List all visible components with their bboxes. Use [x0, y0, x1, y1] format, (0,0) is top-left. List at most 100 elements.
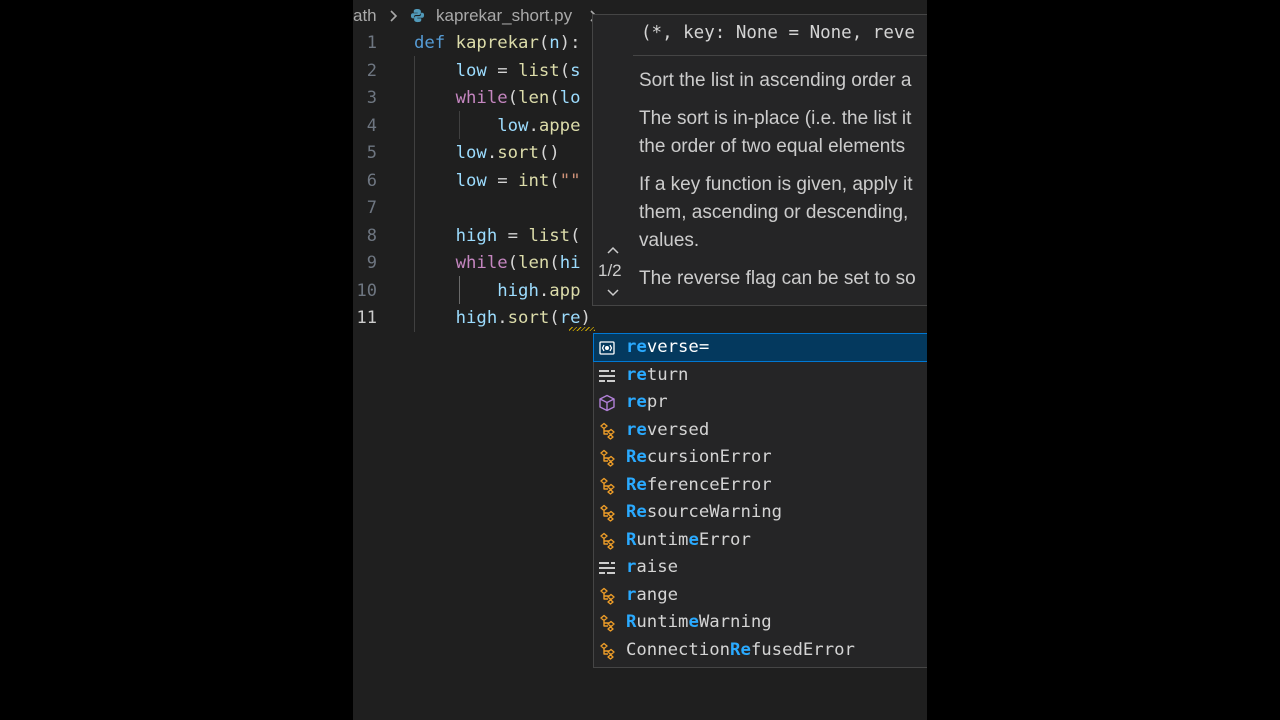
code-token: while — [455, 253, 508, 273]
keyword-icon — [598, 559, 616, 577]
indent-guide — [414, 56, 415, 332]
suggestion-label: reversed — [626, 419, 710, 440]
code-token: while — [455, 88, 508, 108]
doc-line: them, ascending or descending, — [639, 202, 909, 223]
doc-paragraph: The sort is in-place (i.e. the list it th… — [639, 105, 927, 161]
doc-line: values. — [639, 230, 700, 251]
line-number: 4 — [366, 115, 377, 136]
code-text: while(len(lo — [414, 84, 581, 112]
code-token: int — [518, 170, 550, 191]
code-token: kaprekar — [455, 33, 539, 53]
code-token: ( — [549, 170, 560, 191]
code-token: high — [455, 225, 498, 246]
suggestion-item[interactable]: ConnectionRefusedError — [594, 637, 927, 664]
code-token: high — [497, 280, 539, 301]
code-text: high = list( — [414, 222, 581, 250]
code-token: len — [518, 88, 550, 108]
suggestion-label: range — [626, 584, 679, 605]
suggestion-item[interactable]: reverse= — [593, 333, 927, 362]
class-icon — [598, 504, 616, 522]
class-icon — [598, 614, 616, 632]
suggestion-label: RecursionError — [626, 447, 772, 467]
suggestion-list[interactable]: reverse= return repr reversed RecursionError… — [593, 333, 927, 668]
class-icon — [598, 477, 616, 495]
code-token: low — [455, 60, 487, 81]
suggestion-label: reverse= — [626, 337, 710, 357]
keyword-icon — [598, 367, 616, 385]
doc-line: Sort the list in ascending order a — [639, 70, 912, 91]
code-token: ( — [507, 88, 519, 108]
suggestion-item[interactable]: ReferenceError — [594, 472, 927, 499]
code-token: ( — [559, 60, 571, 81]
suggestion-item[interactable]: range — [594, 582, 927, 609]
code-token: low — [497, 115, 529, 136]
code-token: hi — [559, 253, 581, 273]
code-token: sort — [507, 308, 550, 328]
code-token: ): — [559, 33, 581, 53]
line-number: 11 — [356, 308, 377, 328]
doc-line: The sort is in-place (i.e. the list it — [639, 108, 912, 129]
code-token: "" — [559, 170, 581, 191]
indent-guide — [459, 111, 460, 139]
code-token: lo — [559, 88, 581, 108]
suggestion-label: RuntimeWarning — [626, 612, 772, 632]
code-token: . — [538, 280, 550, 301]
suggestion-item[interactable]: RuntimeError — [594, 527, 927, 554]
code-token: () — [538, 143, 560, 163]
code-text: def kaprekar(n): — [414, 29, 580, 57]
code-token: ( — [538, 33, 550, 53]
suggestion-item[interactable]: return — [594, 362, 927, 389]
signature-nav: 1/2 — [593, 15, 633, 305]
code-token: . — [486, 143, 498, 163]
code-token: ( — [549, 88, 560, 108]
code-token: sort — [497, 143, 539, 163]
line-number: 1 — [366, 33, 377, 53]
suggestion-item[interactable]: RecursionError — [594, 444, 927, 471]
breadcrumb-file[interactable]: kaprekar_short.py — [436, 0, 572, 32]
doc-paragraph: The reverse flag can be set to so — [639, 265, 927, 293]
suggestion-label: raise — [626, 557, 679, 577]
line-number: 2 — [366, 60, 377, 81]
doc-line: If a key function is given, apply it — [639, 174, 913, 195]
class-icon — [598, 422, 616, 440]
suggestion-item[interactable]: ResourceWarning — [594, 499, 927, 526]
suggestion-label: repr — [626, 392, 668, 412]
suggestion-item[interactable]: raise — [594, 554, 927, 581]
chevron-up-icon[interactable] — [607, 245, 619, 257]
indent-guide — [459, 276, 460, 304]
suggestion-label: return — [626, 364, 689, 385]
suggestion-label: ReferenceError — [626, 474, 772, 495]
chevron-down-icon[interactable] — [607, 286, 619, 298]
divider — [633, 55, 927, 56]
method-icon — [598, 394, 616, 412]
code-text: low.appe — [414, 112, 580, 140]
suggestion-label: ResourceWarning — [626, 502, 783, 522]
suggestion-item[interactable]: reversed — [594, 417, 927, 444]
doc-line: The reverse flag can be set to so — [639, 268, 916, 289]
suggestion-item[interactable]: RuntimeWarning — [594, 609, 927, 636]
variable-icon — [598, 339, 616, 357]
code-line[interactable]: 11 high.sort(re) — [353, 304, 927, 332]
code-token: low — [455, 170, 487, 191]
doc-paragraph: If a key function is given, apply it them… — [639, 171, 927, 255]
code-text: high.app — [414, 277, 580, 305]
chevron-right-icon — [390, 10, 398, 22]
breadcrumb-folder[interactable]: ath — [353, 0, 377, 32]
code-token: n — [549, 33, 560, 53]
code-token: low — [455, 143, 487, 163]
code-token: app — [549, 280, 581, 301]
code-token: ( — [549, 308, 560, 328]
suggestion-item[interactable]: repr — [594, 389, 927, 416]
suggestion-label: RuntimeError — [626, 529, 751, 550]
signature-help: 1/2 (*, key: None = None, reve Sort the … — [592, 14, 927, 306]
warning-squiggle — [569, 327, 595, 331]
class-icon — [598, 642, 616, 660]
signature-doc: Sort the list in ascending order a The so… — [639, 67, 927, 303]
code-token: = — [497, 225, 529, 246]
code-token: ( — [507, 253, 519, 273]
